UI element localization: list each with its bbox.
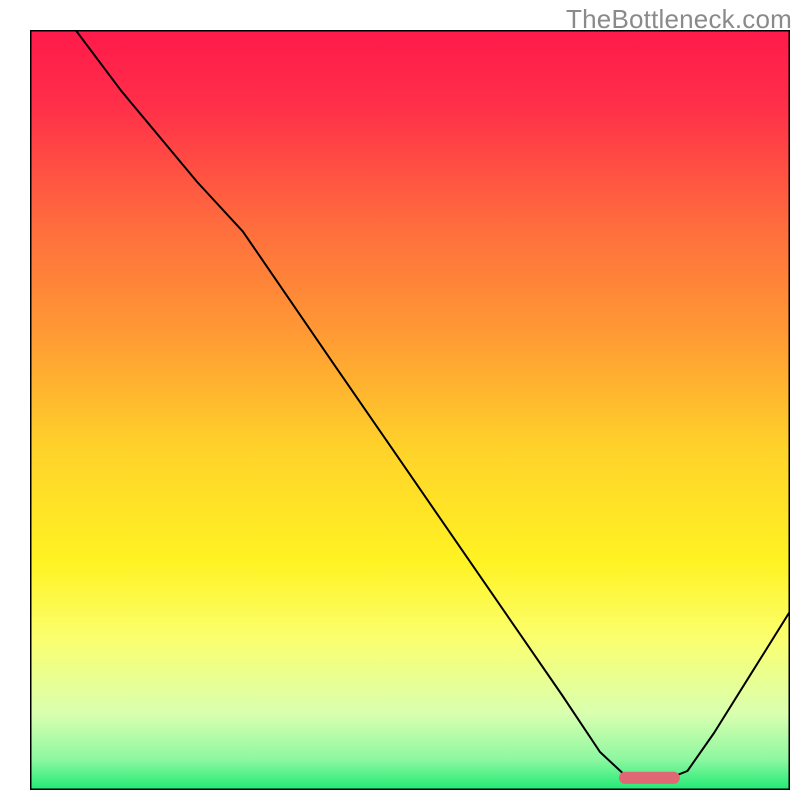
chart-svg <box>30 30 790 790</box>
chart-plot-area <box>30 30 790 790</box>
chart-stage: TheBottleneck.com <box>0 0 800 800</box>
chart-background <box>30 30 790 790</box>
watermark-text: TheBottleneck.com <box>566 4 792 35</box>
chart-marker-band <box>619 772 680 784</box>
